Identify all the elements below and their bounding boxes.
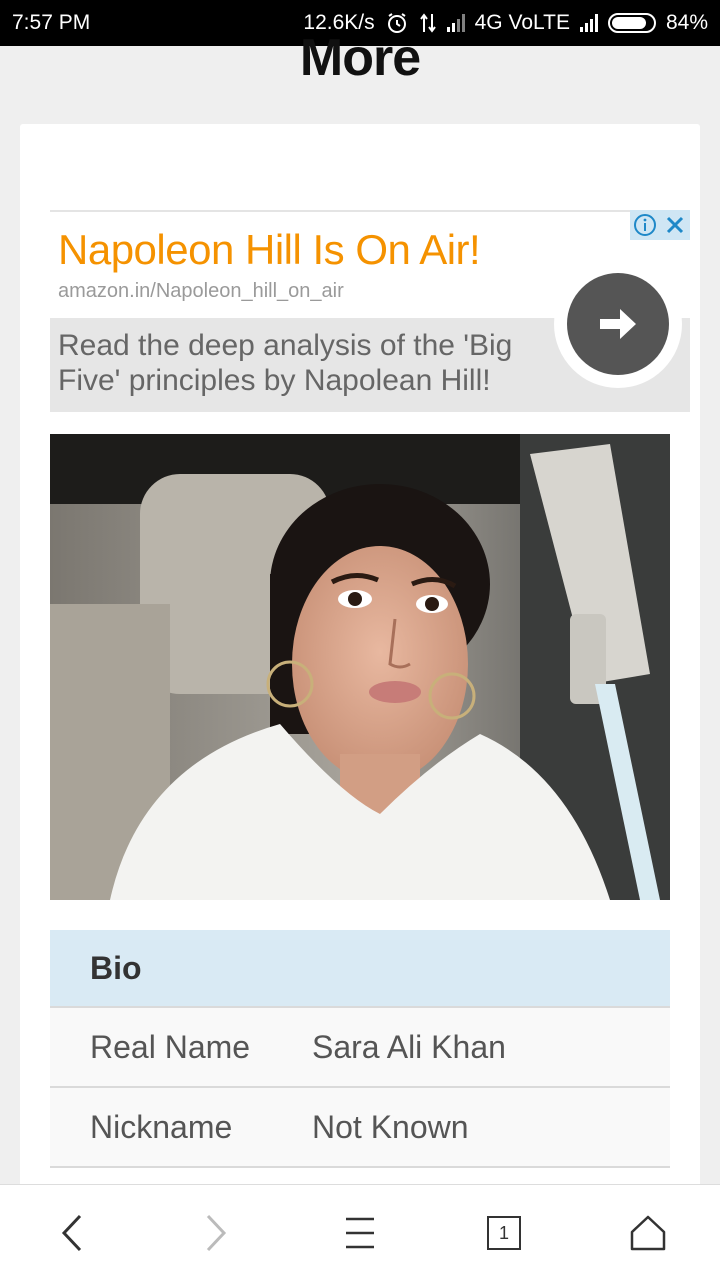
row-value: Not Known [312,1108,469,1145]
arrow-right-icon [600,309,636,339]
portrait-photo [50,434,670,900]
tabs-icon: 1 [487,1216,521,1250]
back-icon [61,1214,82,1252]
browser-bottom-nav: 1 [0,1184,720,1281]
menu-icon [346,1217,374,1249]
close-icon[interactable] [660,210,690,240]
table-row: Nickname Not Known [50,1088,670,1168]
menu-button[interactable] [320,1193,400,1273]
tab-count: 1 [498,1222,509,1243]
bio-table: Bio Real Name Sara Ali Khan Nickname Not… [50,930,670,1168]
row-label: Real Name [90,1028,251,1065]
table-row: Real Name Sara Ali Khan [50,1008,670,1088]
row-label: Nickname [90,1108,233,1145]
ad-banner[interactable]: Napoleon Hill Is On Air! amazon.in/Napol… [50,210,690,412]
forward-button[interactable] [176,1193,256,1273]
forward-icon [206,1214,227,1252]
ad-choices[interactable] [630,210,690,240]
ad-go-button[interactable] [554,260,682,388]
home-icon [630,1215,666,1251]
row-value: Sara Ali Khan [312,1028,506,1065]
back-button[interactable] [32,1193,112,1273]
section-heading: More [299,29,421,87]
home-button[interactable] [608,1193,688,1273]
ad-url[interactable]: amazon.in/Napoleon_hill_on_air [58,280,344,303]
info-icon[interactable] [630,210,660,240]
ad-title[interactable]: Napoleon Hill Is On Air! [58,226,481,274]
bio-header: Bio [50,930,670,1008]
ad-arrow-circle[interactable] [567,273,669,375]
tabs-button[interactable]: 1 [464,1193,544,1273]
